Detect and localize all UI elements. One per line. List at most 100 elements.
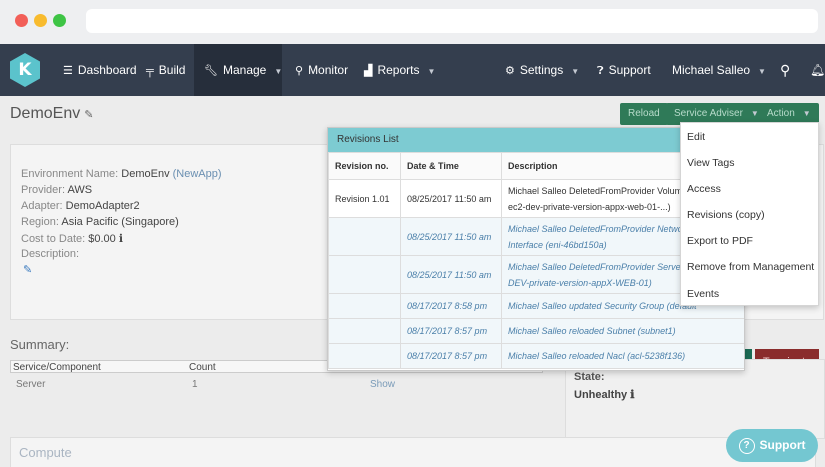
state-label: State: [574,371,605,383]
summary-show-link[interactable]: Show [370,379,395,390]
top-navbar: K ☰ Dashboard ╤ Build 🔧︎ Manage ▼ ⚲ Monitor ▟… [0,44,825,96]
table-row[interactable]: 08/17/2017 8:57 pm Michael Salleo reload… [328,343,744,369]
app-logo[interactable]: K [8,52,42,88]
menu-item-remove-from-management[interactable]: Remove from Management [687,261,814,273]
env-description-line: Description: [21,248,79,260]
revision-number: Revision 1.01 [328,179,401,218]
nav-dashboard-label: Dashboard [77,63,137,77]
chevron-down-icon: ▼ [274,67,283,76]
address-bar[interactable] [86,9,818,33]
edit-description-pencil-icon[interactable]: ✎ [23,263,32,276]
nav-manage-label: Manage [222,63,267,77]
menu-item-events[interactable]: Events [687,288,719,300]
env-region-line: Region: Asia Pacific (Singapore) [21,216,179,228]
summary-count: 1 [192,379,198,390]
table-row: Server 1 Show [10,373,543,395]
env-provider-label: Provider: [21,184,66,196]
environment-title: DemoEnv [10,105,81,122]
bar-chart-icon: ▟ [364,65,373,77]
env-provider-line: Provider: AWS [21,184,92,196]
nav-manage[interactable]: 🔧︎ Manage ▼ [194,44,282,96]
revision-date: 08/17/2017 8:58 pm [400,293,502,319]
compute-title: Compute [19,445,72,460]
question-icon: ❓︎ [597,65,604,77]
nav-reports-label: Reports [377,63,420,77]
nav-support[interactable]: ❓︎ Support [597,44,651,96]
nav-monitor[interactable]: ⚲ Monitor [295,44,348,96]
menu-item-export-pdf[interactable]: Export to PDF [687,235,753,247]
env-adapter-label: Adapter: [21,200,63,212]
floating-support-button[interactable]: ? Support [726,429,818,462]
state-value-line: Unhealthy ℹ [574,388,634,401]
build-icon: ╤ [146,65,154,77]
environment-details-card: Environment Name: DemoEnv (NewApp) Provi… [10,144,337,320]
revision-number [328,217,401,256]
user-name: Michael Salleo [672,63,751,77]
browser-chrome [0,0,825,44]
window-close-button[interactable] [15,14,28,27]
page-title: DemoEnv ✎ [10,105,93,123]
revision-number [328,343,401,369]
revision-description: Michael Salleo reloaded Nacl (acl-5238f1… [501,343,744,369]
revision-date: 08/25/2017 11:50 am [400,217,502,256]
revisions-modal-title: Revisions List [337,134,399,145]
env-name-value: DemoEnv [121,168,170,180]
nav-support-label: Support [608,63,651,77]
state-card: State: Unhealthy ℹ [565,359,825,439]
menu-item-revisions[interactable]: Revisions (copy) [687,209,765,221]
menu-item-view-tags[interactable]: View Tags [687,157,734,169]
nav-settings-label: Settings [519,63,564,77]
env-cost-value: $0.00 [88,233,116,245]
nav-dashboard[interactable]: ☰ Dashboard [63,44,137,96]
env-cost-line: Cost to Date: $0.00 ℹ [21,232,123,245]
revision-date: 08/25/2017 11:50 am [400,179,502,218]
revision-number [328,293,401,319]
nav-build-label: Build [158,63,186,77]
question-icon: ? [738,438,755,454]
env-region-label: Region: [21,216,59,228]
revision-number [328,318,401,344]
service-adviser-label: Service Adviser [674,108,743,119]
menu-icon: ☰ [63,65,73,77]
env-app-link[interactable]: (NewApp) [173,168,222,180]
env-name-line: Environment Name: DemoEnv (NewApp) [21,168,222,180]
action-label: Action [767,108,795,119]
edit-pencil-icon[interactable]: ✎ [84,109,93,121]
summary-header-component: Service/Component [13,362,101,373]
revisions-header-revision: Revision no. [328,152,401,180]
chevron-down-icon: ▼ [427,67,436,76]
bell-icon[interactable]: 🔔︎ [810,44,825,96]
env-adapter-value: DemoAdapter2 [65,200,140,212]
search-icon: ⚲ [295,65,304,77]
chevron-down-icon: ▼ [758,67,766,76]
chevron-down-icon: ▼ [571,67,580,76]
nav-user-menu[interactable]: Michael Salleo ▼ [672,44,766,96]
revision-date: 08/17/2017 8:57 pm [400,318,502,344]
revision-date: 08/17/2017 8:57 pm [400,343,502,369]
support-button-label: Support [759,438,806,452]
revision-description: Michael Salleo reloaded Subnet (subnet1) [501,318,744,344]
reload-button[interactable]: Reload [620,103,668,125]
summary-title: Summary: [10,337,70,352]
wrench-icon: 🔧︎ [204,65,218,77]
env-provider-value: AWS [67,184,93,196]
action-dropdown-menu: Edit View Tags Access Revisions (copy) E… [680,122,819,306]
table-row[interactable]: 08/17/2017 8:57 pm Michael Salleo reload… [328,318,744,344]
info-icon[interactable]: ℹ [630,389,634,401]
state-value: Unhealthy [574,389,628,401]
search-icon[interactable]: ⚲ [780,44,790,96]
summary-header-count: Count [189,362,216,373]
revision-date: 08/25/2017 11:50 am [400,255,502,294]
window-maximize-button[interactable] [53,14,66,27]
summary-component: Server [16,379,46,390]
menu-item-edit[interactable]: Edit [687,131,705,143]
menu-item-access[interactable]: Access [687,183,721,195]
nav-build[interactable]: ╤ Build [146,44,185,96]
window-minimize-button[interactable] [34,14,47,27]
logo-letter: K [18,60,32,80]
nav-settings[interactable]: ⚙ Settings ▼ [505,44,579,96]
info-icon[interactable]: ℹ [119,233,123,245]
env-cost-label: Cost to Date: [21,233,86,245]
nav-monitor-label: Monitor [308,63,349,77]
nav-reports[interactable]: ▟ Reports ▼ [364,44,435,96]
